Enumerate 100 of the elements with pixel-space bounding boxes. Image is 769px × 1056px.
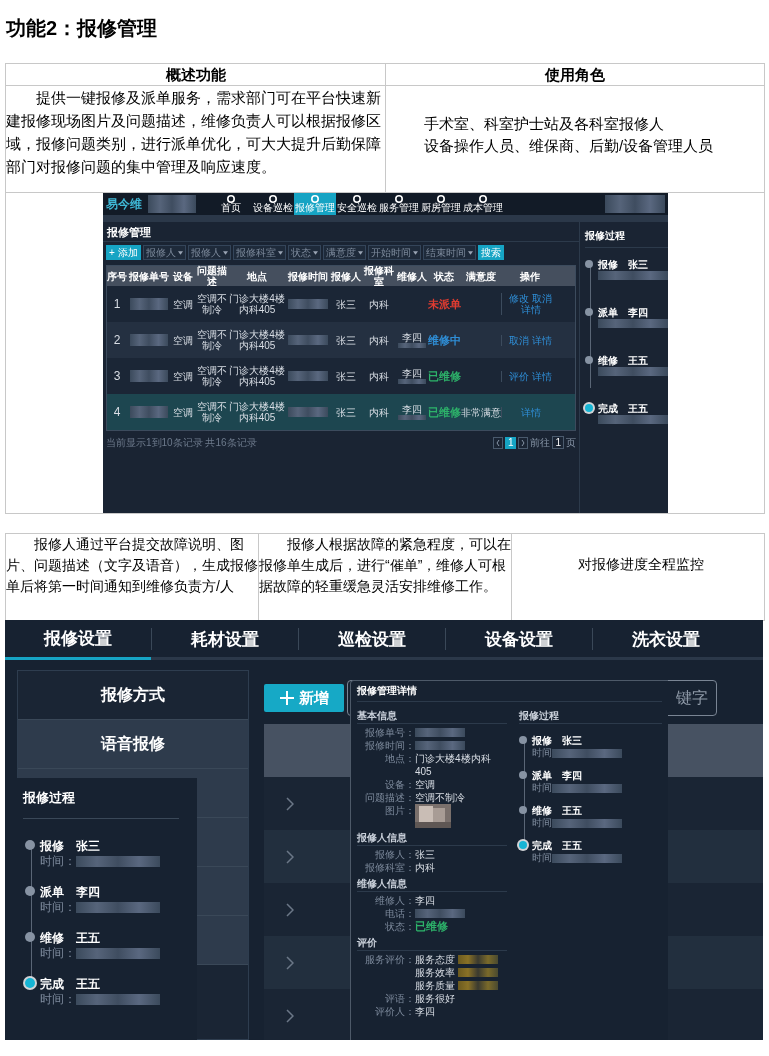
table-cell: 内科 <box>369 334 389 346</box>
step-person: 张三 <box>75 838 100 855</box>
step-action: 完成 <box>39 976 64 993</box>
blurred-block <box>415 909 465 918</box>
table-cell: 李四 <box>402 404 422 415</box>
step-person: 李四 <box>75 884 100 901</box>
caret-icon <box>222 250 228 255</box>
tab[interactable]: 耗材设置 <box>152 620 298 660</box>
blurred-block <box>415 728 465 737</box>
section-title: 报修管理 <box>103 222 579 242</box>
page-title: 功能2：报修管理 <box>6 16 158 41</box>
action-link[interactable]: 取消 <box>509 334 529 346</box>
step-person: 张三 <box>562 734 582 747</box>
time-label: 时间： <box>39 900 76 915</box>
sidebar-item[interactable]: 语音报修 <box>18 720 248 769</box>
time-label: 时间 <box>532 782 552 794</box>
role-text: 手术室、科室护士站及各科室报修人 <box>424 114 665 134</box>
field-value: 空调不制冷 <box>415 791 465 804</box>
step-person: 王五 <box>75 930 100 947</box>
section-heading: 评价 <box>357 936 507 951</box>
logo-text: 易今维 <box>106 196 142 213</box>
nav-item[interactable]: 成本管理 <box>462 193 504 215</box>
description-text: 提供一键报修及派单服务，需求部门可在平台快速新建报修现场图片及问题描述，维修负责人可以根据报修区域，报修问题类别，进行派单优化，可大大提升后勤保障部门对报修问题的集中管理及响应速度。 <box>6 88 382 177</box>
feature-text: 报修人根据故障的紧急程度，可以在报修单生成后，进行“催单”，维修人可根据故障的轻重缓急灵活安排维修工作。 <box>259 535 511 596</box>
field-label: 评语： <box>384 992 415 1005</box>
column-header: 操作 <box>519 270 541 282</box>
panel-title: 报修过程 <box>585 228 668 248</box>
feature-text: 报修人通过平台提交故障说明、图片、问题描述（文字及语音），生成报修单后将第一时间通知到维修负责方/人 <box>6 535 258 596</box>
step-action: 维修 <box>532 804 552 817</box>
search-button[interactable]: 搜索 <box>477 245 504 260</box>
filter-dropdown[interactable]: 报修科室 <box>232 245 286 260</box>
table-cell: 张三 <box>336 406 356 418</box>
action-link[interactable]: 详情 <box>532 334 552 346</box>
table-cell: 1 <box>113 298 121 310</box>
filter-dropdown[interactable]: 开始时间 <box>367 245 421 260</box>
feature-text: 对报修进度全程监控 <box>577 555 705 574</box>
rating-label: 服务质量 <box>415 979 455 992</box>
action-link[interactable]: 修改 <box>509 293 529 304</box>
action-link[interactable]: 评价 <box>509 370 529 382</box>
table-cell: 2 <box>113 334 121 346</box>
table-cell: 门诊大楼4楼内科405 <box>229 293 285 315</box>
time-label: 时间 <box>532 747 552 759</box>
page-number[interactable]: 1 <box>504 436 517 449</box>
rating-label: 服务效率 <box>415 966 455 979</box>
nav-item[interactable]: 厨房管理 <box>420 193 462 215</box>
tab[interactable]: 报修设置 <box>5 620 151 660</box>
new-button[interactable]: 新增 <box>264 684 344 712</box>
blurred-block <box>288 299 328 309</box>
action-link[interactable]: 取消 <box>532 293 552 304</box>
field-label: 维修人： <box>374 894 415 907</box>
filter-dropdown[interactable]: 结束时间 <box>422 245 476 260</box>
chevron-right-icon <box>286 955 294 970</box>
column-header: 维修人 <box>397 270 427 282</box>
field-label: 图片： <box>384 804 415 817</box>
filter-dropdown[interactable]: 报修人 <box>142 245 186 260</box>
table-cell: 空调 <box>173 370 193 382</box>
nav-icon <box>479 195 487 203</box>
action-link[interactable]: 详情 <box>520 304 541 315</box>
nav-item[interactable]: 首页 <box>210 193 252 215</box>
filter-dropdown[interactable]: 状态 <box>287 245 321 260</box>
nav-item[interactable]: 设备巡检 <box>252 193 294 215</box>
field-label: 报修人： <box>374 848 415 861</box>
field-value: 服务很好 <box>415 992 455 1005</box>
column-header: 状态 <box>432 270 455 282</box>
time-label: 时间： <box>39 946 76 961</box>
nav-item[interactable]: 安全巡检 <box>336 193 378 215</box>
step-action: 维修 <box>39 930 64 947</box>
time-label: 时间 <box>532 852 552 864</box>
action-link[interactable]: 详情 <box>532 370 552 382</box>
section-heading: 基本信息 <box>357 709 507 724</box>
column-header: 报修科室 <box>363 265 395 287</box>
table-cell: 张三 <box>336 298 356 310</box>
nav-item[interactable]: 报修管理 <box>294 193 336 215</box>
nav-item[interactable]: 服务管理 <box>378 193 420 215</box>
tab[interactable]: 洗衣设置 <box>593 620 739 660</box>
table-cell: 内科 <box>369 370 389 382</box>
blurred-block <box>552 783 622 793</box>
tab[interactable]: 设备设置 <box>446 620 592 660</box>
section-heading: 报修过程 <box>519 709 662 724</box>
field-label: 报修时间： <box>364 739 415 752</box>
add-button[interactable]: + 添加 <box>106 245 141 260</box>
section-heading: 报修人信息 <box>357 831 507 846</box>
column-header: 地点 <box>246 270 268 282</box>
page-input[interactable]: 1 <box>552 436 564 449</box>
blurred-block <box>148 195 196 213</box>
field-label: 状态： <box>384 920 415 933</box>
chevron-right-icon <box>286 1008 294 1023</box>
nav-icon <box>395 195 403 203</box>
tab[interactable]: 巡检设置 <box>299 620 445 660</box>
field-value: 内科 <box>415 861 435 874</box>
filter-dropdown[interactable]: 报修人 <box>187 245 231 260</box>
step-person: 王五 <box>562 839 582 852</box>
field-value: 门诊大楼4楼内科405 <box>415 752 492 778</box>
table-cell: 非常满意 <box>461 406 501 418</box>
rating-label: 服务态度 <box>415 953 455 966</box>
action-link[interactable]: 详情 <box>520 406 541 418</box>
table-cell: 张三 <box>336 370 356 382</box>
field-value: 李四 <box>415 894 435 907</box>
nav-icon <box>311 195 319 203</box>
filter-dropdown[interactable]: 满意度 <box>322 245 366 260</box>
